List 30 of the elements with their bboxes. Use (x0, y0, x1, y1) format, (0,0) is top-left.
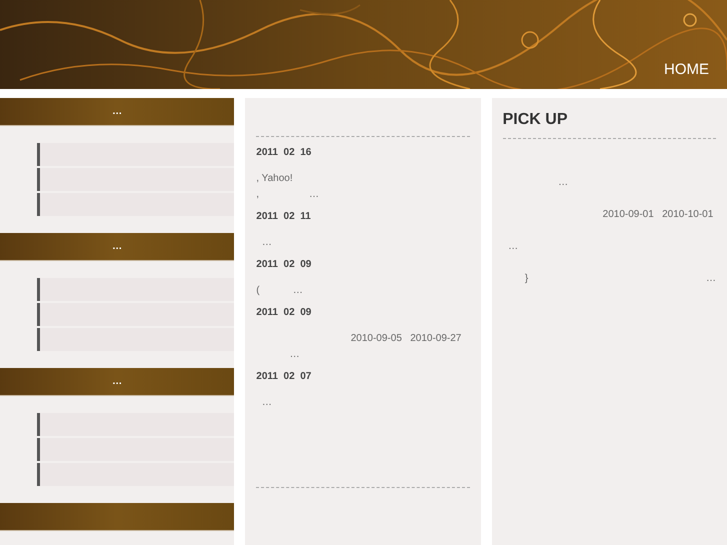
post-date: 2011 02 07 (256, 370, 312, 384)
post-text: … (260, 236, 273, 250)
nav-link[interactable]: HOME (664, 62, 709, 77)
section-heading: PICK UP (502, 110, 569, 130)
section-title: … (112, 105, 122, 119)
menu-item[interactable] (37, 143, 234, 166)
pickup-text: … (557, 176, 570, 190)
pickup-text: … (507, 240, 520, 254)
menu-item[interactable] (37, 328, 234, 351)
menu-item[interactable] (37, 438, 234, 461)
post-date: 2011 02 09 (256, 258, 312, 272)
post-date: 2011 02 09 (256, 306, 312, 320)
post-text: … (260, 396, 273, 410)
menu-item[interactable] (37, 168, 234, 191)
post-date: 2011 02 11 (256, 210, 312, 224)
menu-item[interactable] (37, 303, 234, 326)
pickup-text: 2010-09-01 2010-10-01 (602, 208, 714, 222)
menu-item[interactable] (37, 463, 234, 486)
post-text: ( … (256, 284, 304, 298)
post-text: … (288, 348, 301, 362)
post-text: , Yahoo! (256, 172, 294, 186)
post-date: 2011 02 16 (256, 146, 312, 160)
menu-item[interactable] (37, 193, 234, 216)
section-title: … (112, 375, 122, 389)
post-text: 2010-09-05 2010-09-27 (350, 332, 462, 346)
menu-item[interactable] (37, 413, 234, 436)
post-text: , … (256, 188, 320, 202)
pickup-text: } … (524, 272, 716, 286)
menu-item[interactable] (37, 278, 234, 301)
section-title: … (112, 240, 122, 254)
